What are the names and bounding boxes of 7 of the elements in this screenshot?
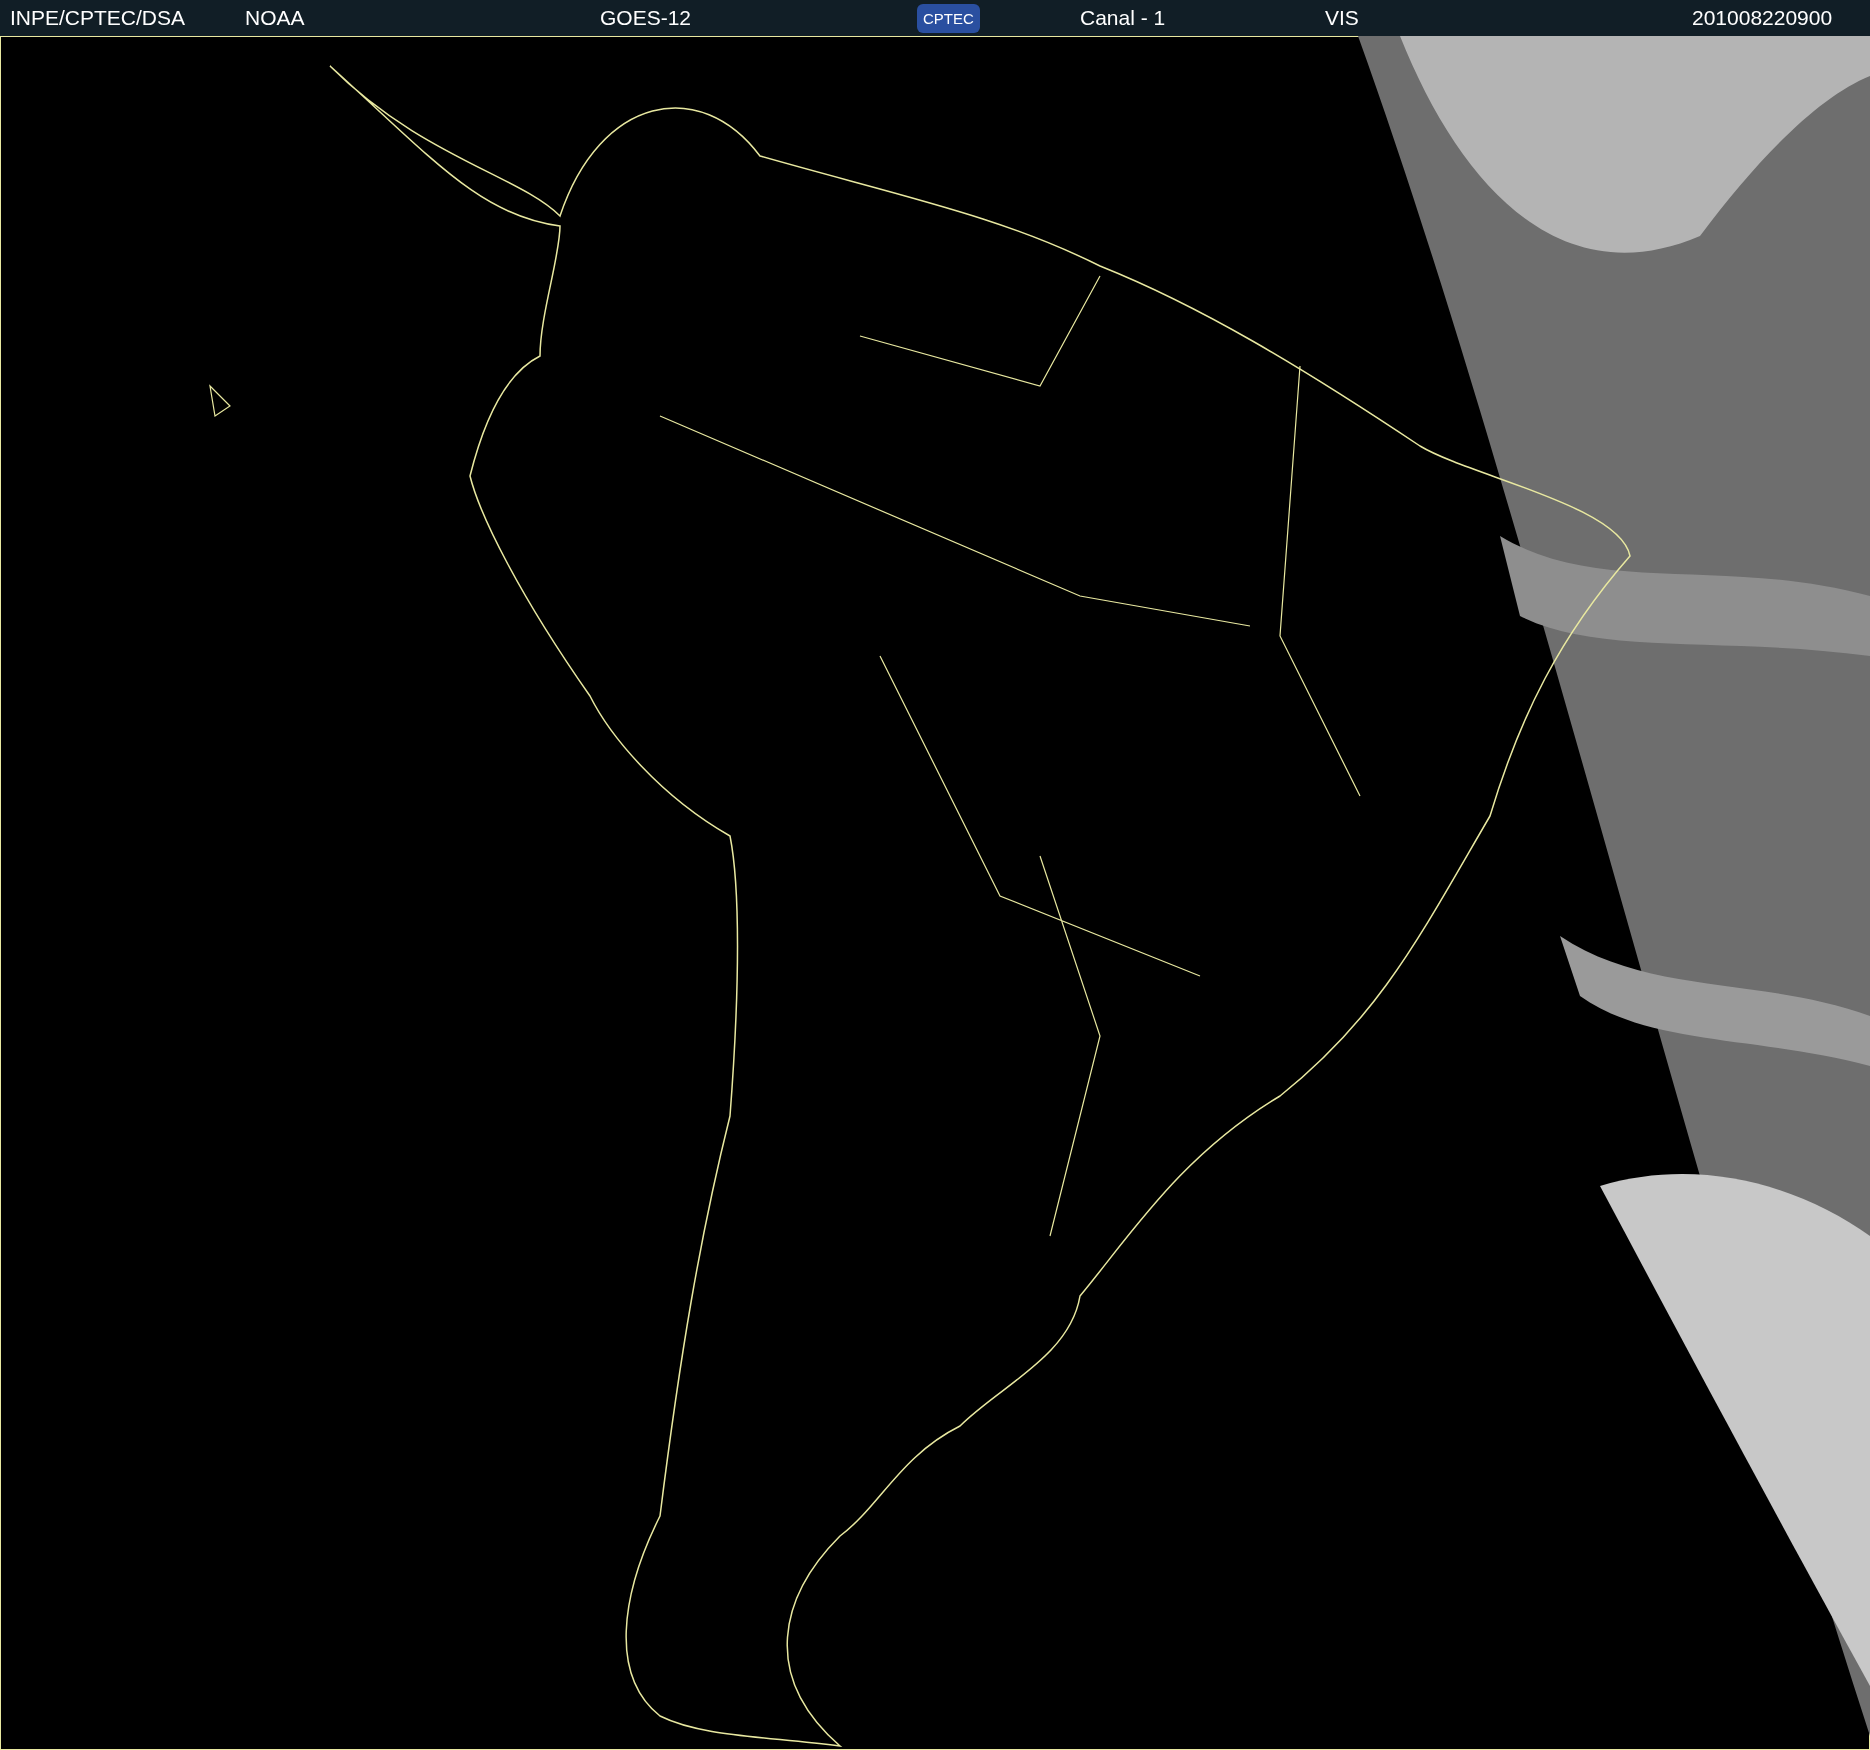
header-label: INPE/CPTEC/DSA xyxy=(10,6,186,30)
header-label: GOES-12 xyxy=(600,6,692,30)
header-label: VIS xyxy=(1325,6,1359,30)
header-label: Canal - 1 xyxy=(1080,6,1166,30)
logo: CPTEC xyxy=(917,3,980,33)
header-label: 201008220900 xyxy=(1692,6,1833,30)
header-label: NOAA xyxy=(245,6,305,30)
